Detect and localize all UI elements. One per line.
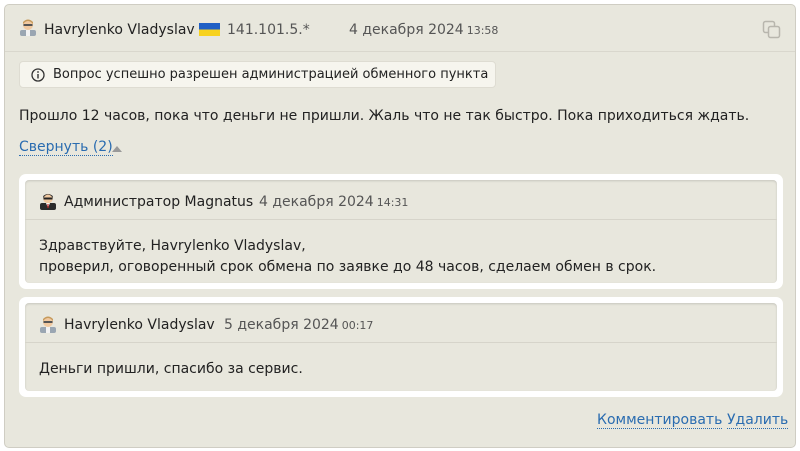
reply-date: 5 декабря 2024 00:17 (224, 317, 373, 333)
reply-content: Администратор Magnatus 4 декабря 2024 14:… (25, 180, 777, 283)
comment-header: Havrylenko Vladyslav 141.101.5.* 4 декаб… (5, 5, 795, 52)
comment-date: 4 декабря 2024 13:58 (349, 22, 498, 38)
reply-text: Деньги пришли, спасибо за сервис. (39, 359, 303, 380)
comment-card: Havrylenko Vladyslav 141.101.5.* 4 декаб… (4, 4, 796, 448)
reply-time: 14:31 (376, 196, 409, 209)
admin-avatar-icon (40, 193, 56, 210)
reply-content: Havrylenko Vladyslav 5 декабря 2024 00:17… (25, 303, 777, 391)
reply-line: Деньги пришли, спасибо за сервис. (39, 361, 303, 377)
reply-date-text: 5 декабря 2024 (224, 317, 339, 333)
user-avatar-icon (40, 316, 56, 333)
ukraine-flag-icon (199, 23, 220, 36)
reply-item: Администратор Magnatus 4 декабря 2024 14:… (19, 174, 783, 289)
reply-item: Havrylenko Vladyslav 5 декабря 2024 00:17… (19, 297, 783, 397)
chevron-up-icon[interactable] (112, 146, 122, 152)
reply-author[interactable]: Администратор Magnatus (64, 194, 253, 210)
reply-author[interactable]: Havrylenko Vladyslav (64, 317, 215, 333)
reply-header: Havrylenko Vladyslav 5 декабря 2024 00:17 (25, 303, 777, 343)
collapse-replies-link[interactable]: Свернуть (2) (19, 139, 113, 156)
comment-ip: 141.101.5.* (227, 22, 310, 38)
reply-date: 4 декабря 2024 14:31 (259, 194, 408, 210)
comment-link[interactable]: Комментировать (597, 412, 723, 429)
reply-time: 00:17 (341, 319, 374, 332)
comment-date-text: 4 декабря 2024 (349, 22, 464, 38)
notice-text: Вопрос успешно разрешен администрацией о… (53, 67, 489, 82)
reply-date-text: 4 декабря 2024 (259, 194, 374, 210)
copy-icon[interactable] (762, 20, 781, 39)
comment-message: Прошло 12 часов, пока что деньги не приш… (19, 108, 750, 124)
delete-link[interactable]: Удалить (727, 412, 789, 429)
reply-header: Администратор Magnatus 4 декабря 2024 14:… (25, 180, 777, 220)
reply-line: Здравствуйте, Havrylenko Vladyslav, (39, 238, 306, 254)
comment-author[interactable]: Havrylenko Vladyslav (44, 22, 195, 38)
reply-line: проверил, оговоренный срок обмена по зая… (39, 259, 657, 275)
comment-time: 13:58 (466, 24, 499, 37)
info-icon (31, 68, 45, 82)
user-avatar-icon (20, 19, 36, 36)
reply-text: Здравствуйте, Havrylenko Vladyslav, пров… (39, 236, 656, 278)
resolved-notice: Вопрос успешно разрешен администрацией о… (19, 61, 496, 88)
